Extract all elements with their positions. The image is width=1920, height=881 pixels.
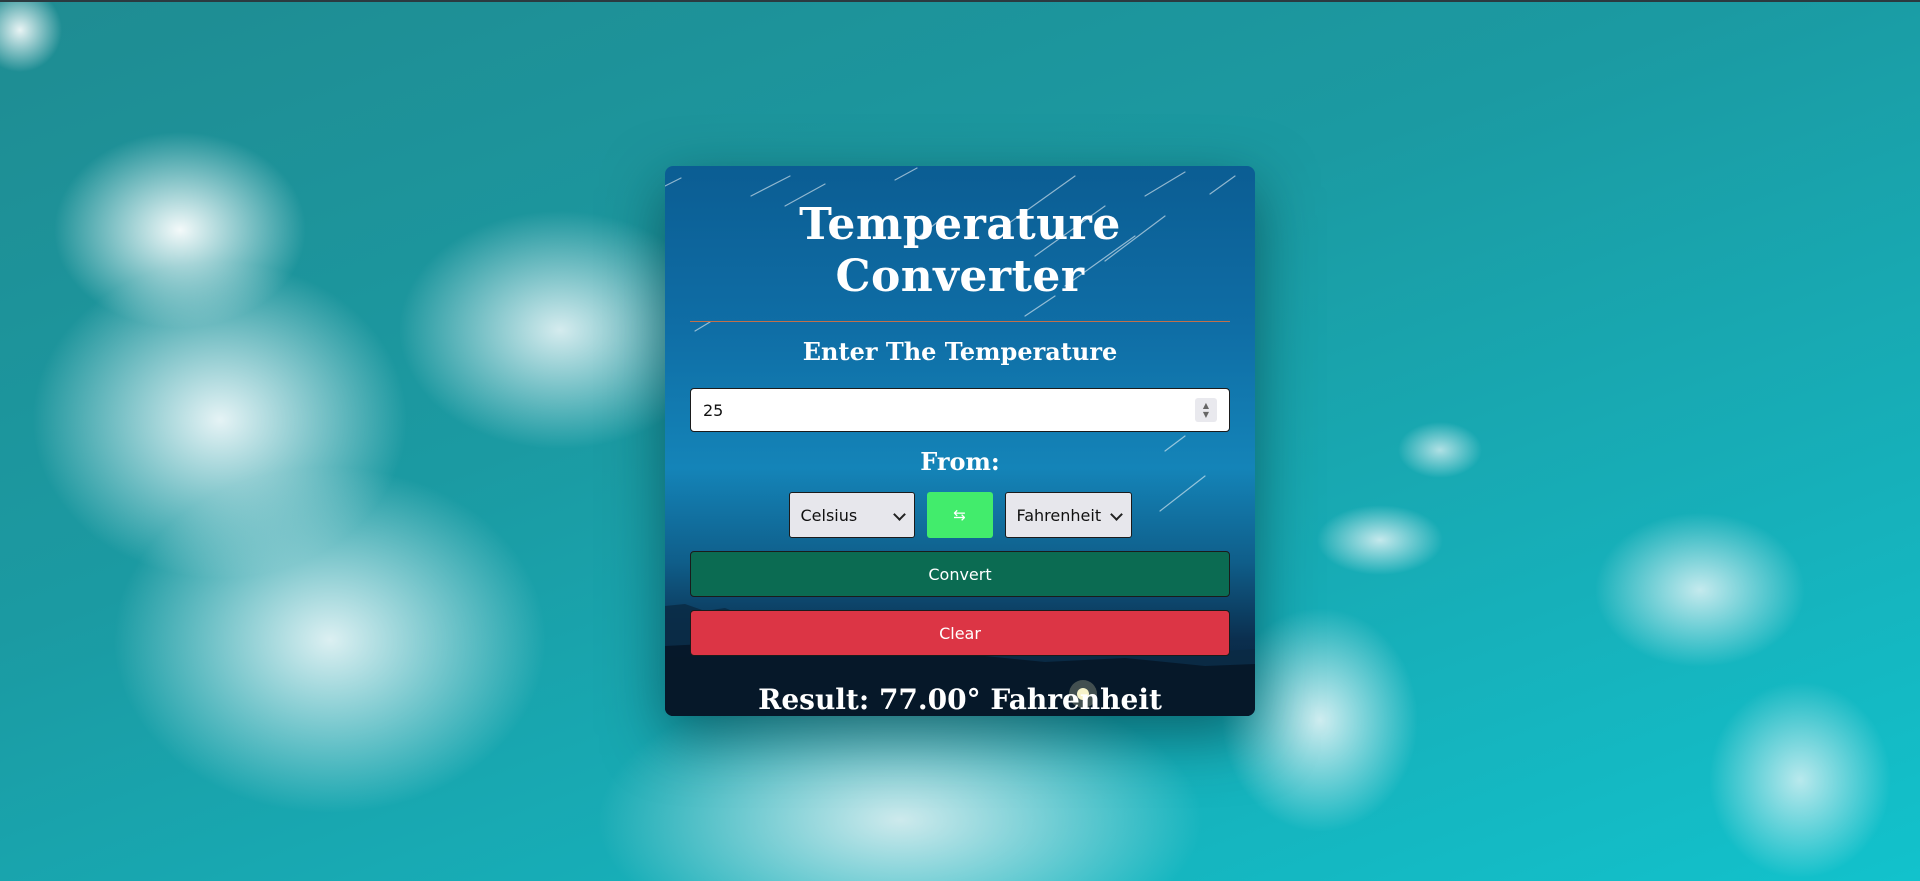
- swap-units-button[interactable]: ⇆: [926, 492, 993, 538]
- number-spinner[interactable]: ▲ ▼: [1195, 398, 1217, 422]
- temperature-input[interactable]: [703, 389, 1183, 431]
- to-unit-value: Fahrenheit: [1016, 505, 1102, 525]
- chevron-down-icon: [892, 508, 906, 521]
- to-unit-select[interactable]: Fahrenheit: [1004, 492, 1132, 538]
- chevron-down-icon: [1109, 508, 1123, 521]
- from-label: From:: [920, 447, 1000, 476]
- unit-selector-row: Celsius ⇆ Fahrenheit: [690, 492, 1230, 538]
- result-text: Result: 77.00° Fahrenheit: [758, 683, 1162, 716]
- temperature-input-container: ▲ ▼: [690, 388, 1230, 432]
- title-divider: [690, 321, 1230, 322]
- spinner-down-icon[interactable]: ▼: [1203, 410, 1209, 419]
- converter-content: Temperature Converter Enter The Temperat…: [690, 166, 1230, 716]
- spinner-up-icon[interactable]: ▲: [1203, 401, 1209, 410]
- convert-button[interactable]: Convert: [690, 551, 1230, 597]
- swap-icon: ⇆: [953, 506, 966, 524]
- page-title: Temperature Converter: [799, 199, 1121, 302]
- temperature-prompt: Enter The Temperature: [802, 337, 1118, 366]
- window-top-border: [0, 0, 1920, 2]
- from-unit-select[interactable]: Celsius: [788, 492, 915, 538]
- clear-button[interactable]: Clear: [690, 610, 1230, 656]
- from-unit-value: Celsius: [800, 505, 858, 525]
- converter-card: Temperature Converter Enter The Temperat…: [665, 166, 1255, 716]
